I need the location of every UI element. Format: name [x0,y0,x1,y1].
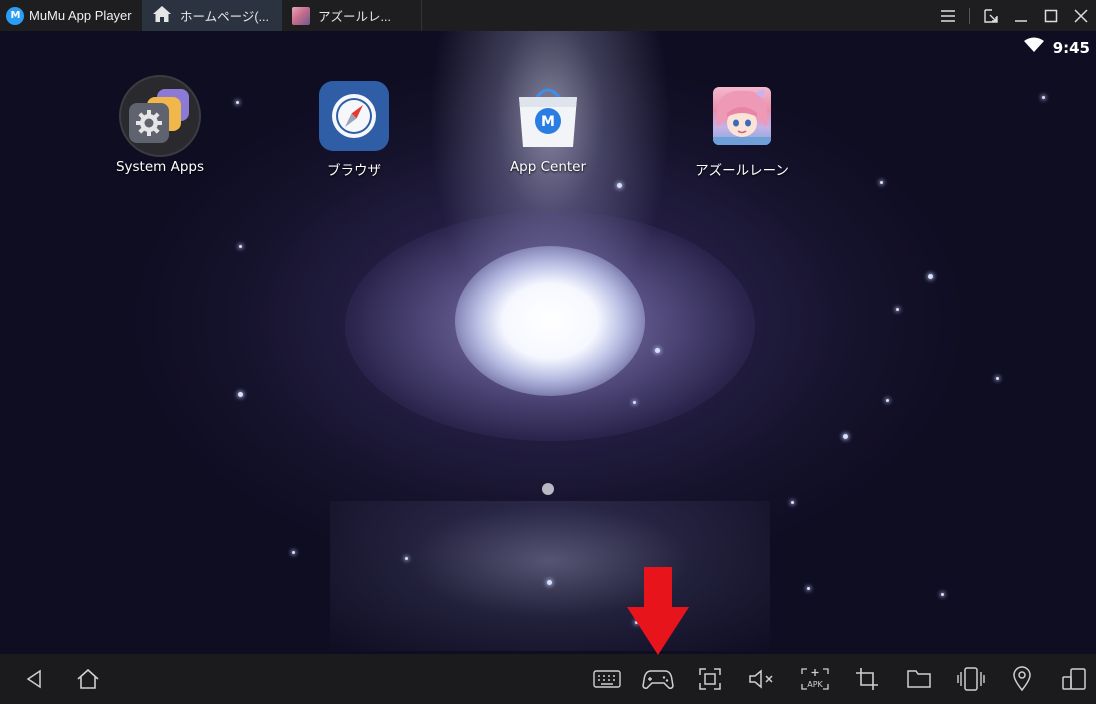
star [886,399,889,402]
star [405,557,408,560]
app-app-center[interactable]: M App Center [478,81,618,175]
star [655,348,660,353]
shake-icon[interactable] [951,654,991,704]
star [880,181,883,184]
status-time: 9:45 [1052,38,1090,57]
wallpaper-galaxy-core [455,246,645,396]
star [791,501,794,504]
svg-text:M: M [541,114,555,130]
app-name: MuMu App Player [29,8,132,23]
title-bar: M MuMu App Player ホームページ(... アズールレ... [0,0,1096,31]
star [238,392,243,397]
multi-window-icon[interactable] [1054,654,1094,704]
app-system-apps[interactable]: System Apps [90,75,230,175]
star [547,580,552,585]
tab-azur-lane-label: アズールレ... [318,10,391,24]
home-icon [152,5,172,26]
app-center-bag-icon: M [513,81,583,151]
maximize-icon[interactable] [1036,0,1066,31]
bottom-toolbar: APK [0,654,1096,704]
star [292,551,295,554]
apk-install-icon[interactable]: APK [795,654,835,704]
mumu-logo-icon: M [6,6,24,25]
gamepad-icon[interactable] [638,654,678,704]
star [896,308,899,311]
game-thumbnail-icon [292,6,310,25]
star [617,183,622,188]
page-indicator-dot [542,483,554,495]
star [1042,96,1045,99]
status-bar: 9:45 [1023,37,1090,58]
azur-lane-icon [707,81,777,151]
star [996,377,999,380]
star [807,587,810,590]
browser-compass-icon [319,81,389,151]
keyboard-icon[interactable] [587,654,627,704]
app-browser[interactable]: ブラウザ [284,81,424,179]
crop-icon[interactable] [847,654,887,704]
star [236,101,239,104]
wallpaper-glow [330,501,770,651]
screenshot-icon[interactable] [690,654,730,704]
close-icon[interactable] [1066,0,1096,31]
star [633,401,636,404]
star [928,274,933,279]
app-label: App Center [509,159,587,175]
system-apps-folder-icon [119,75,201,157]
star [239,245,242,248]
volume-mute-icon[interactable] [742,654,782,704]
red-arrow-annotation [627,567,689,655]
tab-home[interactable]: ホームページ(... [142,0,282,31]
back-icon[interactable] [14,654,54,704]
location-icon[interactable] [1002,654,1042,704]
folder-icon[interactable] [899,654,939,704]
divider [969,7,970,24]
app-label: アズールレーン [695,163,789,179]
home-icon[interactable] [68,654,108,704]
star [843,434,848,439]
tab-home-label: ホームページ(... [180,10,269,24]
svg-text:APK: APK [807,680,823,689]
app-label: System Apps [115,159,205,175]
android-home-screen[interactable]: 9:45 System Apps ブラウザ M App Center アズールレ… [0,31,1096,654]
window-controls [933,0,1096,31]
app-label: ブラウザ [327,163,381,179]
app-azur-lane[interactable]: アズールレーン [672,81,812,179]
tab-azur-lane[interactable]: アズールレ... [282,0,422,31]
app-brand: M MuMu App Player [0,0,142,31]
star [941,593,944,596]
minimize-icon[interactable] [1006,0,1036,31]
restore-window-icon[interactable] [976,0,1006,31]
menu-icon[interactable] [933,0,963,31]
wifi-icon [1023,37,1045,58]
